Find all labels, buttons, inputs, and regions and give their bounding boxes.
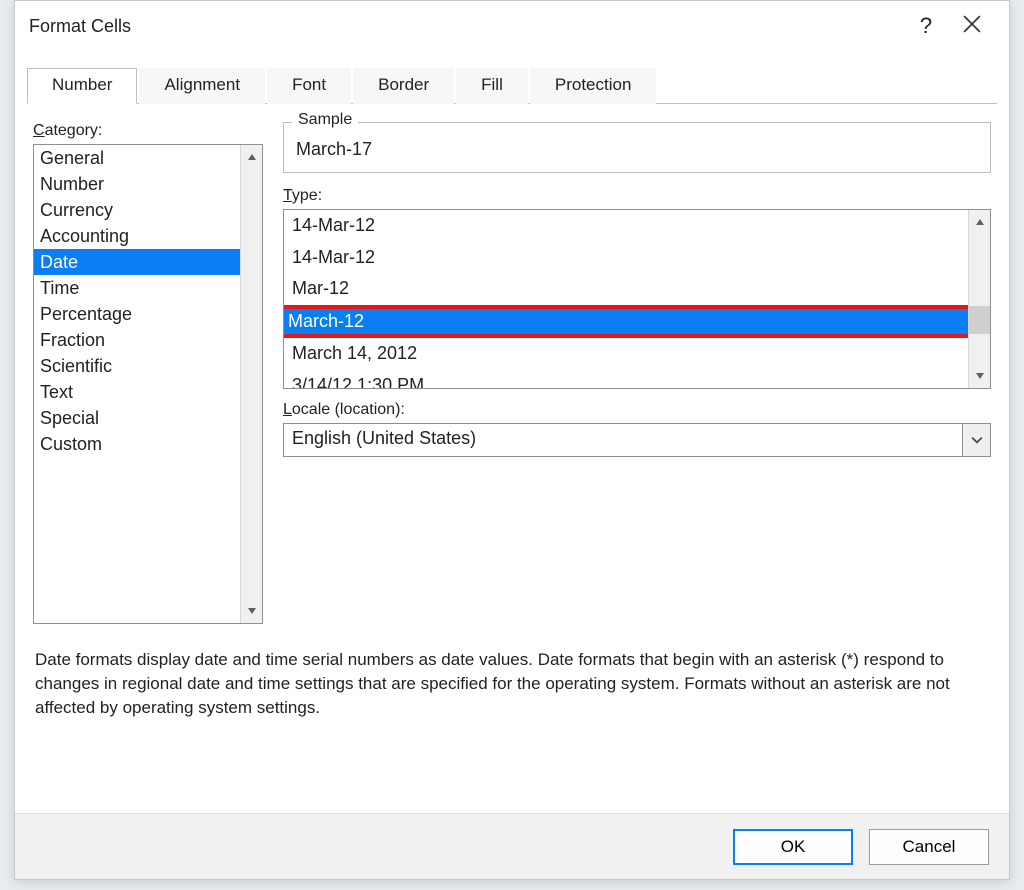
format-cells-dialog: Format Cells ? Number Alignment Font Bor…: [14, 0, 1010, 880]
help-button[interactable]: ?: [903, 3, 949, 49]
type-label: Type:: [283, 187, 991, 205]
category-scrollbar[interactable]: [240, 145, 262, 623]
chevron-down-icon: [971, 434, 983, 446]
locale-value: English (United States): [284, 424, 962, 456]
tab-font[interactable]: Font: [267, 68, 351, 104]
scroll-thumb[interactable]: [969, 306, 990, 335]
category-item-number[interactable]: Number: [34, 171, 240, 197]
cancel-button[interactable]: Cancel: [869, 829, 989, 865]
locale-dropdown-button[interactable]: [962, 424, 990, 456]
sample-fieldset: Sample March-17: [283, 122, 991, 173]
right-column: Sample March-17 Type: 14-Mar-12 14-Mar-1…: [283, 122, 991, 624]
dialog-content: Category: General Number Currency Accoun…: [15, 104, 1009, 624]
scroll-track[interactable]: [969, 234, 990, 364]
tab-number[interactable]: Number: [27, 68, 137, 104]
category-item-time[interactable]: Time: [34, 275, 240, 301]
category-item-general[interactable]: General: [34, 145, 240, 171]
type-item-selected[interactable]: March-12: [284, 305, 968, 339]
scroll-up-button[interactable]: [241, 145, 262, 169]
category-item-scientific[interactable]: Scientific: [34, 353, 240, 379]
dialog-footer: OK Cancel: [15, 813, 1009, 879]
locale-label: Locale (location):: [283, 401, 991, 419]
chevron-up-icon: [975, 217, 985, 227]
tab-fill[interactable]: Fill: [456, 68, 528, 104]
ok-button[interactable]: OK: [733, 829, 853, 865]
category-section: Category: General Number Currency Accoun…: [33, 122, 263, 624]
tab-border[interactable]: Border: [353, 68, 454, 104]
category-item-text[interactable]: Text: [34, 379, 240, 405]
sample-label: Sample: [292, 111, 358, 129]
dialog-title: Format Cells: [29, 16, 903, 37]
locale-dropdown[interactable]: English (United States): [283, 423, 991, 457]
type-items: 14-Mar-12 14-Mar-12 Mar-12 March-12 Marc…: [284, 210, 968, 388]
category-item-special[interactable]: Special: [34, 405, 240, 431]
category-items: General Number Currency Accounting Date …: [34, 145, 240, 623]
close-button[interactable]: [949, 3, 995, 49]
type-item[interactable]: Mar-12: [284, 273, 968, 305]
sample-value: March-17: [294, 135, 980, 162]
close-icon: [963, 15, 981, 33]
type-scrollbar[interactable]: [968, 210, 990, 388]
chevron-up-icon: [247, 152, 257, 162]
titlebar: Format Cells ?: [15, 1, 1009, 51]
format-description: Date formats display date and time seria…: [15, 648, 1009, 720]
tab-strip: Number Alignment Font Border Fill Protec…: [27, 67, 997, 104]
scroll-down-button[interactable]: [969, 364, 990, 388]
category-item-accounting[interactable]: Accounting: [34, 223, 240, 249]
category-item-date[interactable]: Date: [34, 249, 240, 275]
type-item[interactable]: 14-Mar-12: [284, 242, 968, 274]
category-item-percentage[interactable]: Percentage: [34, 301, 240, 327]
type-item[interactable]: March 14, 2012: [284, 338, 968, 370]
category-label: Category:: [33, 122, 263, 140]
tab-protection[interactable]: Protection: [530, 68, 657, 104]
type-item[interactable]: 14-Mar-12: [284, 210, 968, 242]
category-item-currency[interactable]: Currency: [34, 197, 240, 223]
type-item[interactable]: 3/14/12 1:30 PM: [284, 370, 968, 389]
chevron-down-icon: [247, 606, 257, 616]
category-item-custom[interactable]: Custom: [34, 431, 240, 457]
scroll-down-button[interactable]: [241, 599, 262, 623]
category-listbox[interactable]: General Number Currency Accounting Date …: [33, 144, 263, 624]
chevron-down-icon: [975, 371, 985, 381]
scroll-up-button[interactable]: [969, 210, 990, 234]
tab-alignment[interactable]: Alignment: [139, 68, 265, 104]
type-listbox[interactable]: 14-Mar-12 14-Mar-12 Mar-12 March-12 Marc…: [283, 209, 991, 389]
category-item-fraction[interactable]: Fraction: [34, 327, 240, 353]
scroll-track[interactable]: [241, 169, 262, 599]
